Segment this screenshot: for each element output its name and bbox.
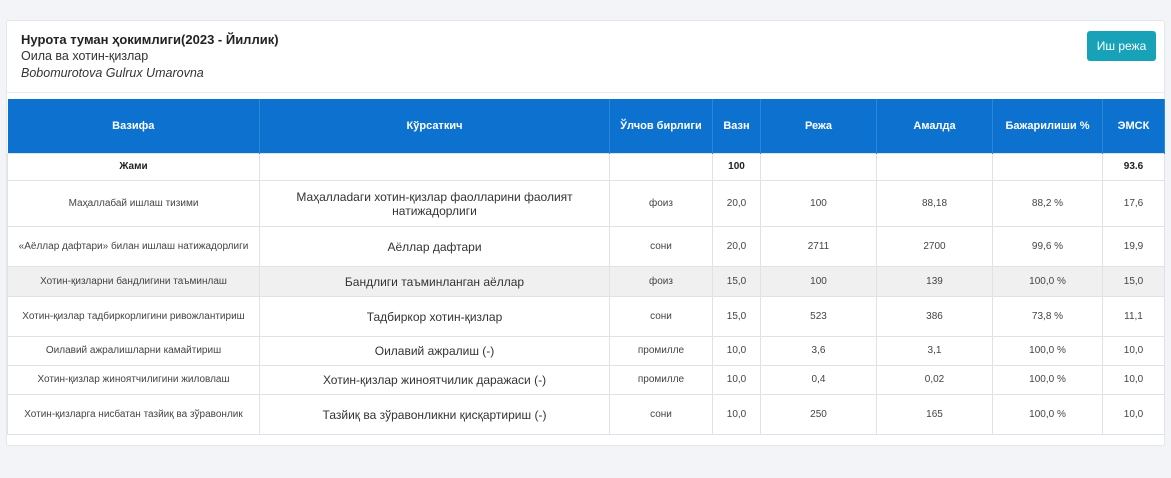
indicator-cell: Маҳаллadаги хотин-қизлар фаолларини фаол… xyxy=(259,180,610,227)
percent-cell: 100,0 % xyxy=(992,365,1103,395)
total-empty xyxy=(992,153,1103,181)
work-plan-button[interactable]: Иш режа xyxy=(1087,31,1156,61)
actual-cell: 386 xyxy=(876,296,993,337)
total-empty xyxy=(609,153,713,181)
table-row: Маҳаллабай ишлаш тизими Маҳаллadаги хоти… xyxy=(7,180,1165,227)
indicator-cell: Оилавий ажралиш (-) xyxy=(259,336,610,366)
unit-cell: сони xyxy=(609,226,713,267)
table-row: Хотин-қизлар жиноятчилигини жиловлаш Хот… xyxy=(7,365,1165,395)
task-cell: «Аёллар дафтари» билан ишлаш натижадорли… xyxy=(7,226,260,267)
card-header: Нурота туман ҳокимлиги(2023 - Йиллик) Ои… xyxy=(7,21,1164,93)
task-cell: Хотин-қизлар тадбиркорлигини ривожлантир… xyxy=(7,296,260,337)
actual-cell: 88,18 xyxy=(876,180,993,227)
total-empty xyxy=(259,153,610,181)
weight-cell: 10,0 xyxy=(712,336,761,366)
actual-cell: 0,02 xyxy=(876,365,993,395)
percent-cell: 100,0 % xyxy=(992,266,1103,297)
indicator-cell: Аёллар дафтари xyxy=(259,226,610,267)
percent-cell: 73,8 % xyxy=(992,296,1103,337)
column-header-task: Вазифа xyxy=(7,99,260,154)
total-empty xyxy=(760,153,877,181)
emsk-cell: 19,9 xyxy=(1102,226,1165,267)
table-row: Хотин-қизлар тадбиркорлигини ривожлантир… xyxy=(7,296,1165,337)
plan-cell: 100 xyxy=(760,180,877,227)
column-header-unit: Ўлчов бирлиги xyxy=(609,99,713,154)
weight-cell: 10,0 xyxy=(712,394,761,435)
emsk-cell: 15,0 xyxy=(1102,266,1165,297)
indicator-cell: Тазйиқ ва зўравонликни қисқартириш (-) xyxy=(259,394,610,435)
percent-cell: 100,0 % xyxy=(992,336,1103,366)
plan-cell: 100 xyxy=(760,266,877,297)
task-cell: Хотин-қизларни бандлигини таъминлаш xyxy=(7,266,260,297)
unit-cell: промилле xyxy=(609,336,713,366)
responsible-person: Bobomurotova Gulrux Umarovna xyxy=(21,66,204,80)
kpi-table: Вазифа Кўрсаткич Ўлчов бирлиги Вазн Режа… xyxy=(7,99,1165,435)
task-cell: Хотин-қизларга нисбатан тазйиқ ва зўраво… xyxy=(7,394,260,435)
weight-cell: 15,0 xyxy=(712,266,761,297)
emsk-cell: 10,0 xyxy=(1102,336,1165,366)
percent-cell: 99,6 % xyxy=(992,226,1103,267)
percent-cell: 100,0 % xyxy=(992,394,1103,435)
total-empty xyxy=(876,153,993,181)
emsk-cell: 11,1 xyxy=(1102,296,1165,337)
table-row: Хотин-қизларга нисбатан тазйиқ ва зўраво… xyxy=(7,394,1165,435)
emsk-cell: 10,0 xyxy=(1102,394,1165,435)
plan-cell: 250 xyxy=(760,394,877,435)
emsk-cell: 17,6 xyxy=(1102,180,1165,227)
table-row: Оилавий ажралишларни камайтириш Оилавий … xyxy=(7,336,1165,366)
actual-cell: 2700 xyxy=(876,226,993,267)
plan-cell: 0,4 xyxy=(760,365,877,395)
column-header-weight: Вазн xyxy=(712,99,761,154)
actual-cell: 139 xyxy=(876,266,993,297)
total-weight: 100 xyxy=(712,153,761,181)
report-card: Нурота туман ҳокимлиги(2023 - Йиллик) Ои… xyxy=(6,20,1165,446)
task-cell: Оилавий ажралишларни камайтириш xyxy=(7,336,260,366)
task-cell: Хотин-қизлар жиноятчилигини жиловлаш xyxy=(7,365,260,395)
page-title: Нурота туман ҳокимлиги(2023 - Йиллик) xyxy=(21,32,279,47)
weight-cell: 10,0 xyxy=(712,365,761,395)
column-header-emsk: ЭМСК xyxy=(1102,99,1165,154)
total-row: Жами 100 93.6 xyxy=(7,153,1165,181)
table-row: «Аёллар дафтари» билан ишлаш натижадорли… xyxy=(7,226,1165,267)
column-header-indicator: Кўрсаткич xyxy=(259,99,610,154)
column-header-actual: Амалда xyxy=(876,99,993,154)
total-emsk: 93.6 xyxy=(1102,153,1165,181)
unit-cell: сони xyxy=(609,296,713,337)
weight-cell: 20,0 xyxy=(712,226,761,267)
indicator-cell: Хотин-қизлар жиноятчилик даражаси (-) xyxy=(259,365,610,395)
unit-cell: фоиз xyxy=(609,180,713,227)
plan-cell: 3,6 xyxy=(760,336,877,366)
emsk-cell: 10,0 xyxy=(1102,365,1165,395)
total-label: Жами xyxy=(7,153,260,181)
column-header-plan: Режа xyxy=(760,99,877,154)
unit-cell: промилле xyxy=(609,365,713,395)
unit-cell: фоиз xyxy=(609,266,713,297)
task-cell: Маҳаллабай ишлаш тизими xyxy=(7,180,260,227)
indicator-cell: Тадбиркор хотин-қизлар xyxy=(259,296,610,337)
indicator-cell: Бандлиги таъминланган аёллар xyxy=(259,266,610,297)
table-row: Хотин-қизларни бандлигини таъминлаш Банд… xyxy=(7,266,1165,297)
weight-cell: 20,0 xyxy=(712,180,761,227)
category-subtitle: Оила ва хотин-қизлар xyxy=(21,49,149,63)
table-header-row: Вазифа Кўрсаткич Ўлчов бирлиги Вазн Режа… xyxy=(7,99,1165,154)
percent-cell: 88,2 % xyxy=(992,180,1103,227)
actual-cell: 3,1 xyxy=(876,336,993,366)
plan-cell: 523 xyxy=(760,296,877,337)
unit-cell: сони xyxy=(609,394,713,435)
column-header-percent: Бажарилиши % xyxy=(992,99,1103,154)
actual-cell: 165 xyxy=(876,394,993,435)
plan-cell: 2711 xyxy=(760,226,877,267)
weight-cell: 15,0 xyxy=(712,296,761,337)
header-divider xyxy=(7,92,1164,93)
